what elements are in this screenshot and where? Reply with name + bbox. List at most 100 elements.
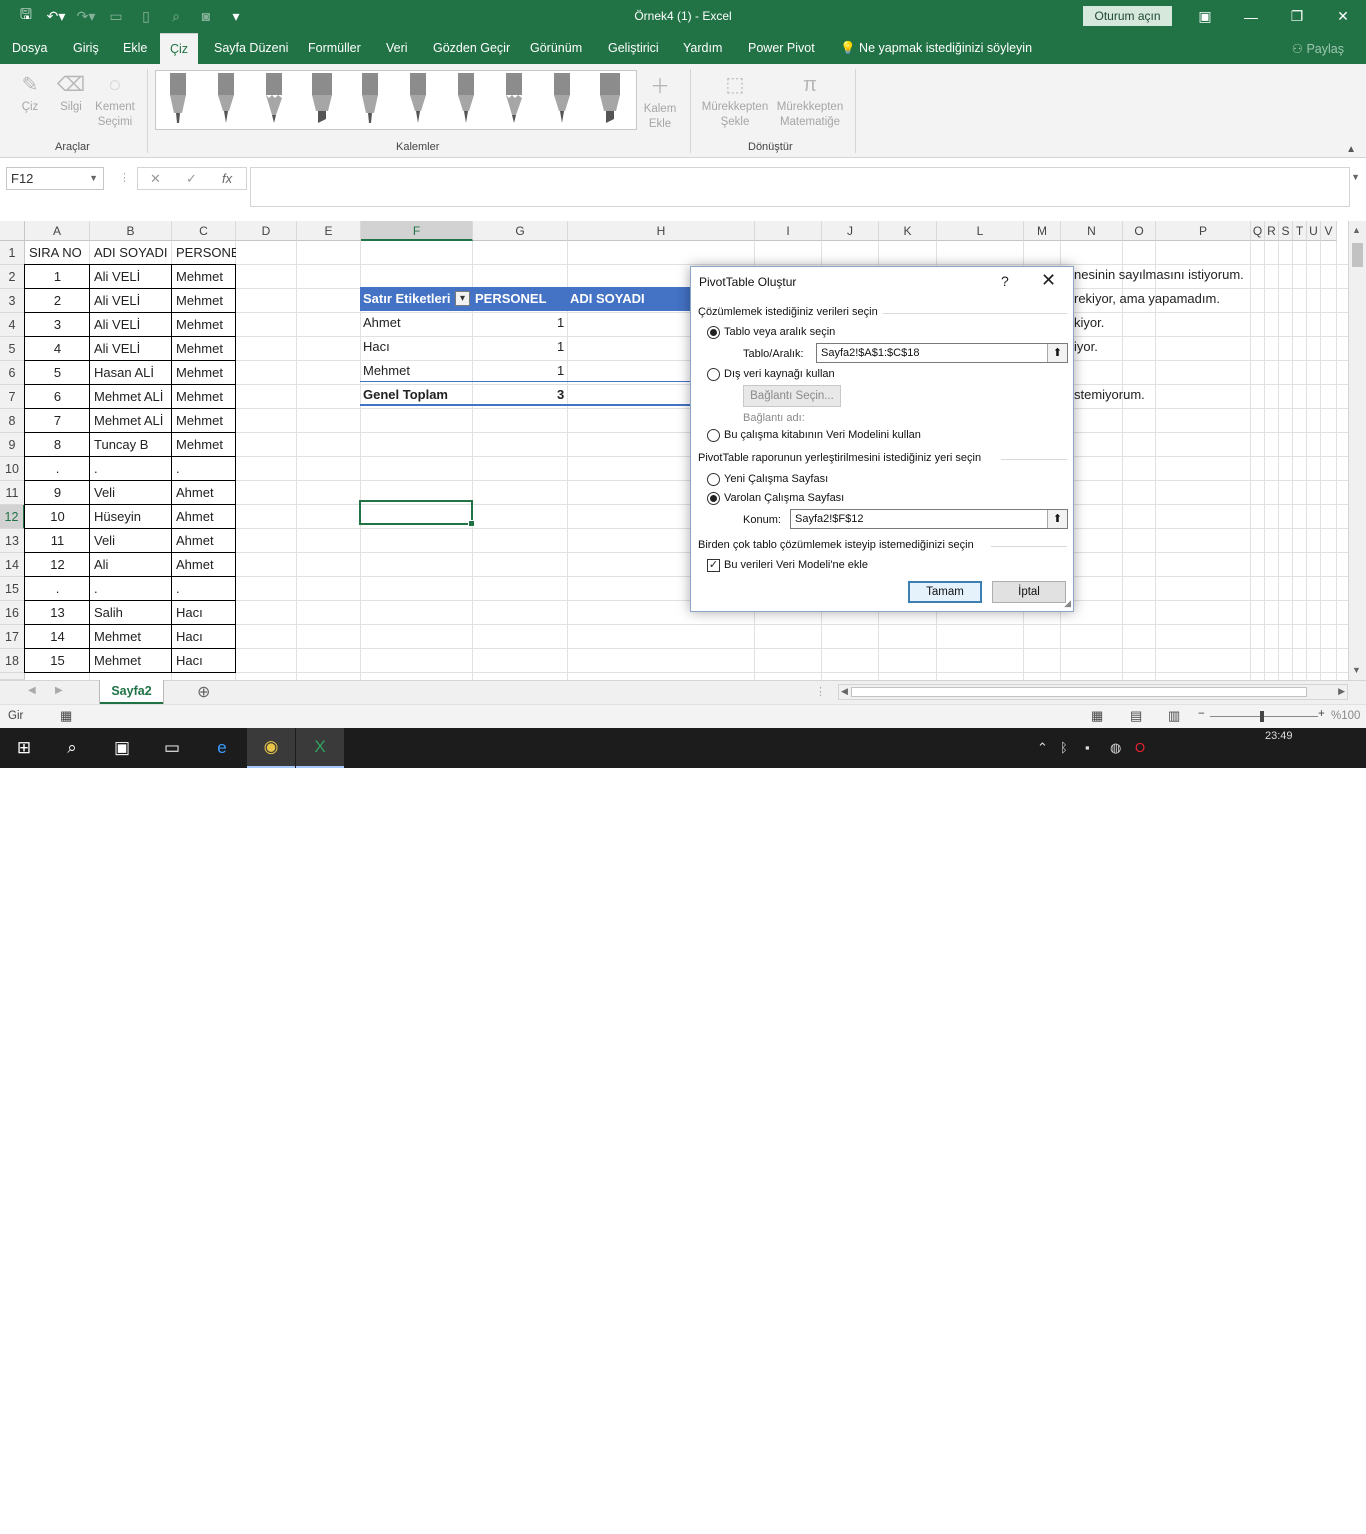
- row-header[interactable]: 11: [0, 481, 25, 505]
- tab-review[interactable]: Gözden Geçir: [433, 41, 510, 55]
- table-cell[interactable]: Veli: [92, 481, 170, 505]
- row-header[interactable]: 18: [0, 649, 25, 673]
- table-cell[interactable]: Mehmet: [174, 265, 234, 289]
- clock[interactable]: 23:49: [1265, 730, 1293, 742]
- table-cell[interactable]: Mehmet: [174, 385, 234, 409]
- column-header[interactable]: D: [236, 221, 297, 241]
- add-pen-button[interactable]: ＋ Kalem Ekle: [640, 74, 680, 132]
- row-header[interactable]: [0, 673, 25, 680]
- table-cell[interactable]: 15: [27, 649, 88, 673]
- highlighter-icon[interactable]: [310, 73, 334, 127]
- pen-icon[interactable]: [454, 73, 478, 127]
- cancel-button[interactable]: İptal: [992, 581, 1066, 603]
- page-layout-view-icon[interactable]: ▤: [1130, 708, 1142, 724]
- prev-sheet-icon[interactable]: ◀: [28, 685, 36, 696]
- table-cell[interactable]: Ahmet: [174, 505, 234, 529]
- table-cell[interactable]: Mehmet: [92, 625, 170, 649]
- table-cell[interactable]: Ali VELİ: [92, 289, 170, 313]
- scroll-left-icon[interactable]: ◀: [841, 686, 848, 697]
- enter-icon[interactable]: ✓: [186, 171, 197, 187]
- radio-new-worksheet[interactable]: [707, 473, 720, 486]
- ink-to-shape-button[interactable]: ⬚ Mürekkepten Şekle: [698, 72, 772, 130]
- tab-page-layout[interactable]: Sayfa Düzeni: [214, 41, 288, 55]
- column-header[interactable]: R: [1265, 221, 1279, 241]
- tab-data[interactable]: Veri: [386, 41, 408, 55]
- table-cell[interactable]: Hacı: [174, 625, 234, 649]
- pens-gallery[interactable]: [155, 70, 637, 130]
- table-header-cell[interactable]: PERSONEL: [174, 241, 236, 265]
- row-header[interactable]: 4: [0, 313, 25, 337]
- table-cell[interactable]: .: [27, 577, 88, 601]
- table-cell[interactable]: 8: [27, 433, 88, 457]
- select-all-corner[interactable]: [0, 221, 25, 241]
- pivot-row-value[interactable]: 1: [557, 335, 564, 359]
- zoom-slider-thumb[interactable]: [1260, 711, 1264, 722]
- row-header[interactable]: 14: [0, 553, 25, 577]
- row-header[interactable]: 12: [0, 505, 25, 529]
- table-cell[interactable]: 5: [27, 361, 88, 385]
- row-header[interactable]: 2: [0, 265, 25, 289]
- column-header[interactable]: M: [1024, 221, 1061, 241]
- column-header[interactable]: T: [1293, 221, 1307, 241]
- column-header[interactable]: E: [297, 221, 361, 241]
- row-header[interactable]: 9: [0, 433, 25, 457]
- tab-formulas[interactable]: Formüller: [308, 41, 361, 55]
- note-text[interactable]: rekiyor, ama yapamadım.: [1072, 287, 1222, 311]
- tab-view[interactable]: Görünüm: [530, 41, 582, 55]
- row-header[interactable]: 7: [0, 385, 25, 409]
- page-break-view-icon[interactable]: ▥: [1168, 708, 1180, 724]
- table-cell[interactable]: .: [92, 457, 170, 481]
- tab-home[interactable]: Giriş: [73, 41, 99, 55]
- chrome-icon[interactable]: ◉: [247, 728, 295, 768]
- table-cell[interactable]: 1: [27, 265, 88, 289]
- edge-icon[interactable]: e: [198, 728, 246, 768]
- radio-external-source[interactable]: [707, 368, 720, 381]
- active-cell-f12[interactable]: [359, 500, 475, 527]
- radio-label[interactable]: Dış veri kaynağı kullan: [724, 368, 835, 380]
- scroll-up-icon[interactable]: ▲: [1352, 225, 1361, 235]
- table-cell[interactable]: Ali: [92, 553, 170, 577]
- table-cell[interactable]: 4: [27, 337, 88, 361]
- row-header[interactable]: 5: [0, 337, 25, 361]
- column-header[interactable]: L: [937, 221, 1024, 241]
- resize-grip-icon[interactable]: ◢: [1064, 598, 1071, 609]
- pen-icon[interactable]: [214, 73, 238, 127]
- tab-insert[interactable]: Ekle: [123, 41, 147, 55]
- table-cell[interactable]: Hüseyin: [92, 505, 170, 529]
- pen-icon[interactable]: [358, 73, 382, 127]
- pivot-values-header[interactable]: ADI SOYADI: [570, 287, 645, 311]
- table-cell[interactable]: Mehmet: [174, 409, 234, 433]
- radio-label[interactable]: Varolan Çalışma Sayfası: [724, 492, 844, 504]
- radio-label[interactable]: Tablo veya aralık seçin: [724, 326, 835, 338]
- help-icon[interactable]: ?: [1001, 273, 1009, 289]
- table-cell[interactable]: 3: [27, 313, 88, 337]
- column-header[interactable]: S: [1279, 221, 1293, 241]
- excel-icon[interactable]: X: [296, 728, 344, 768]
- name-box[interactable]: F12 ▼: [6, 167, 104, 190]
- tray-chevron-icon[interactable]: ⌃: [1037, 740, 1048, 756]
- zoom-out-icon[interactable]: −: [1198, 708, 1205, 720]
- scroll-thumb[interactable]: [851, 687, 1307, 697]
- table-cell[interactable]: Mehmet: [174, 313, 234, 337]
- column-header[interactable]: Q: [1251, 221, 1265, 241]
- pivot-row-label[interactable]: Hacı: [363, 335, 390, 359]
- table-cell[interactable]: Mehmet: [174, 337, 234, 361]
- column-header[interactable]: O: [1123, 221, 1156, 241]
- scroll-thumb[interactable]: [1352, 243, 1363, 267]
- table-cell[interactable]: Mehmet ALİ: [92, 385, 170, 409]
- table-cell[interactable]: Mehmet: [174, 289, 234, 313]
- lasso-select-button[interactable]: ◌ Kement Seçimi: [92, 72, 138, 130]
- signin-button[interactable]: Oturum açın: [1083, 6, 1172, 26]
- bluetooth-icon[interactable]: ᛒ: [1060, 740, 1068, 755]
- row-header[interactable]: 1: [0, 241, 25, 265]
- ok-button[interactable]: Tamam: [908, 581, 982, 603]
- table-cell[interactable]: 14: [27, 625, 88, 649]
- choose-connection-button[interactable]: Bağlantı Seçin...: [743, 385, 841, 407]
- table-cell[interactable]: Ahmet: [174, 553, 234, 577]
- row-header[interactable]: 6: [0, 361, 25, 385]
- zoom-slider[interactable]: [1210, 716, 1318, 717]
- app-icon[interactable]: ▣: [98, 728, 146, 768]
- table-cell[interactable]: Mehmet ALİ: [92, 409, 170, 433]
- radio-label[interactable]: Yeni Çalışma Sayfası: [724, 473, 828, 485]
- row-header[interactable]: 17: [0, 625, 25, 649]
